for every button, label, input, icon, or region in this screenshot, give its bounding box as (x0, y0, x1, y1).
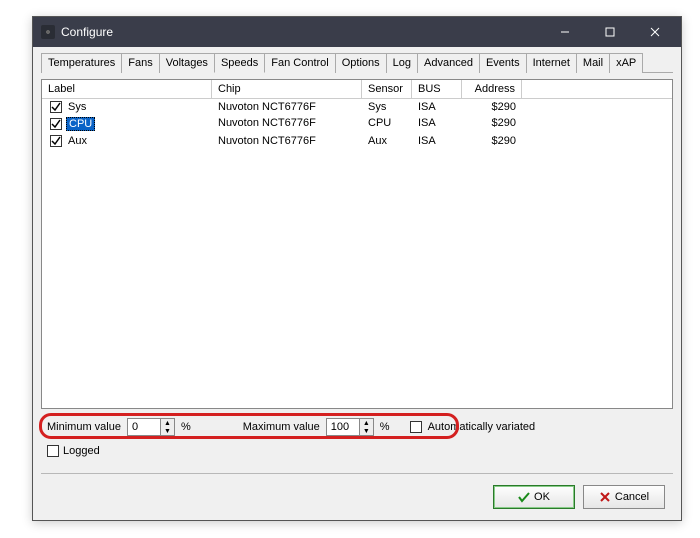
cell-sensor: Sys (362, 100, 412, 114)
titlebar: Configure (33, 17, 681, 47)
check-icon (518, 491, 530, 503)
min-up-icon[interactable]: ▲ (161, 419, 174, 427)
ok-button[interactable]: OK (493, 485, 575, 509)
close-button[interactable] (632, 17, 677, 47)
auto-variated-checkbox[interactable] (410, 421, 422, 433)
tab-mail[interactable]: Mail (576, 53, 610, 73)
row-checkbox[interactable] (50, 135, 62, 147)
tab-voltages[interactable]: Voltages (159, 53, 215, 73)
min-value-spinner[interactable]: ▲▼ (127, 418, 175, 436)
col-header-address[interactable]: Address (462, 80, 522, 98)
tab-temperatures[interactable]: Temperatures (41, 53, 122, 73)
max-percent: % (380, 421, 390, 433)
table-row[interactable]: AuxNuvoton NCT6776FAuxISA$290 (42, 133, 672, 149)
tab-internet[interactable]: Internet (526, 53, 577, 73)
cell-address: $290 (462, 134, 522, 148)
cell-sensor: CPU (362, 116, 412, 132)
logged-checkbox[interactable] (47, 445, 59, 457)
value-row: Minimum value ▲▼ % Maximum value ▲▼ % Au… (41, 415, 673, 439)
minimize-button[interactable] (542, 17, 587, 47)
min-value-label: Minimum value (47, 421, 121, 433)
x-icon (599, 491, 611, 503)
configure-window: Configure TemperaturesFansVoltagesSpeeds… (32, 16, 682, 521)
tab-fans[interactable]: Fans (121, 53, 159, 73)
col-header-chip[interactable]: Chip (212, 80, 362, 98)
tab-bar: TemperaturesFansVoltagesSpeedsFan Contro… (41, 53, 673, 73)
min-percent: % (181, 421, 191, 433)
window-title: Configure (61, 25, 542, 39)
row-label[interactable]: CPU (66, 117, 95, 131)
auto-variated-label: Automatically variated (428, 421, 536, 433)
cell-address: $290 (462, 116, 522, 132)
table-row[interactable]: SysNuvoton NCT6776FSysISA$290 (42, 99, 672, 115)
min-value-input[interactable] (127, 418, 161, 436)
tab-options[interactable]: Options (335, 53, 387, 73)
tab-speeds[interactable]: Speeds (214, 53, 265, 73)
cell-chip: Nuvoton NCT6776F (212, 134, 362, 148)
table-body: SysNuvoton NCT6776FSysISA$290CPUNuvoton … (42, 99, 672, 149)
cell-bus: ISA (412, 100, 462, 114)
cell-bus: ISA (412, 116, 462, 132)
max-value-input[interactable] (326, 418, 360, 436)
logged-row: Logged (41, 443, 673, 459)
min-down-icon[interactable]: ▼ (161, 427, 174, 435)
tab-xap[interactable]: xAP (609, 53, 643, 73)
tab-fan-control[interactable]: Fan Control (264, 53, 335, 73)
max-down-icon[interactable]: ▼ (360, 427, 373, 435)
cancel-button[interactable]: Cancel (583, 485, 665, 509)
table-row[interactable]: CPUNuvoton NCT6776FCPUISA$290 (42, 115, 672, 133)
row-label[interactable]: Aux (66, 135, 89, 147)
max-value-label: Maximum value (243, 421, 320, 433)
logged-label: Logged (63, 445, 100, 457)
table-header: LabelChipSensorBUSAddress (42, 80, 672, 99)
dialog-buttons: OK Cancel (41, 478, 673, 515)
row-checkbox[interactable] (50, 118, 62, 130)
sensor-table: LabelChipSensorBUSAddress SysNuvoton NCT… (41, 79, 673, 409)
tab-events[interactable]: Events (479, 53, 527, 73)
cell-sensor: Aux (362, 134, 412, 148)
max-up-icon[interactable]: ▲ (360, 419, 373, 427)
col-header-sensor[interactable]: Sensor (362, 80, 412, 98)
maximize-button[interactable] (587, 17, 632, 47)
tab-advanced[interactable]: Advanced (417, 53, 480, 73)
row-label[interactable]: Sys (66, 101, 88, 113)
app-icon (41, 25, 55, 39)
col-header-label[interactable]: Label (42, 80, 212, 98)
cell-address: $290 (462, 100, 522, 114)
max-value-spinner[interactable]: ▲▼ (326, 418, 374, 436)
cell-chip: Nuvoton NCT6776F (212, 116, 362, 132)
col-header-bus[interactable]: BUS (412, 80, 462, 98)
row-checkbox[interactable] (50, 101, 62, 113)
cell-bus: ISA (412, 134, 462, 148)
cell-chip: Nuvoton NCT6776F (212, 100, 362, 114)
tab-log[interactable]: Log (386, 53, 418, 73)
